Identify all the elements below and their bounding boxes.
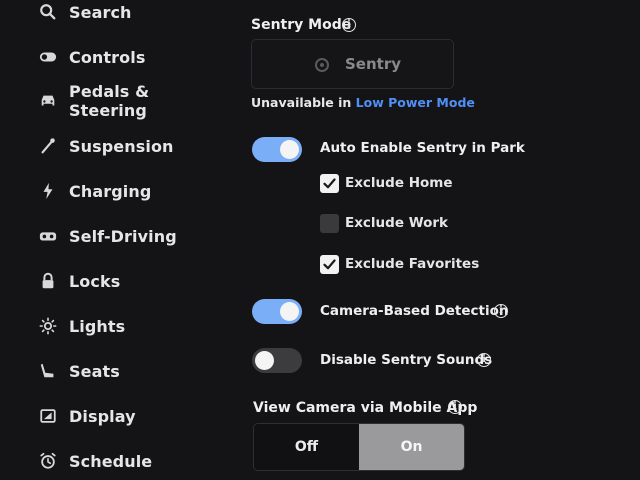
toggle-knob xyxy=(280,140,299,159)
lock-icon xyxy=(38,271,58,291)
auto-enable-label: Auto Enable Sentry in Park xyxy=(320,140,525,156)
segment-off[interactable]: Off xyxy=(254,424,359,470)
sidebar-item-suspension[interactable]: Suspension xyxy=(0,129,230,163)
toggle-icon xyxy=(38,47,58,67)
exclude-work-checkbox[interactable] xyxy=(320,214,339,233)
sentry-settings-panel: Sentry Mode i Sentry Unavailable in Low … xyxy=(250,0,640,480)
sidebar-item-charging[interactable]: Charging xyxy=(0,174,230,208)
seat-icon xyxy=(38,361,58,381)
sidebar-item-label: Self-Driving xyxy=(69,226,177,246)
mobile-app-title: View Camera via Mobile App xyxy=(253,400,478,416)
car-icon xyxy=(38,91,58,111)
info-icon[interactable]: i xyxy=(477,353,491,367)
radio-icon xyxy=(315,58,329,72)
sentry-mode-title: Sentry Mode xyxy=(251,17,352,33)
sidebar-item-label: Locks xyxy=(69,271,121,291)
sidebar-item-display[interactable]: Display xyxy=(0,399,230,433)
sidebar-item-schedule[interactable]: Schedule xyxy=(0,444,230,478)
info-icon[interactable]: i xyxy=(448,400,462,414)
checkmark-icon xyxy=(323,259,336,270)
sidebar-item-pedals-steering[interactable]: Pedals & Steering xyxy=(0,82,230,120)
bolt-icon xyxy=(38,181,58,201)
segment-on[interactable]: On xyxy=(359,424,464,470)
sidebar-item-lights[interactable]: Lights xyxy=(0,309,230,343)
sidebar-item-label: Charging xyxy=(69,181,152,201)
sidebar-item-seats[interactable]: Seats xyxy=(0,354,230,388)
auto-enable-toggle[interactable] xyxy=(252,137,302,162)
toggle-knob xyxy=(280,302,299,321)
disable-sounds-label: Disable Sentry Sounds xyxy=(320,352,493,368)
unavailable-notice: Unavailable in Low Power Mode xyxy=(251,95,475,110)
info-icon[interactable]: i xyxy=(342,18,356,32)
sentry-button[interactable]: Sentry xyxy=(251,39,454,89)
exclude-favorites-checkbox[interactable] xyxy=(320,255,339,274)
search-icon xyxy=(38,2,58,22)
exclude-home-label: Exclude Home xyxy=(345,175,453,191)
exclude-favorites-label: Exclude Favorites xyxy=(345,256,480,272)
sidebar-item-search[interactable]: Search xyxy=(0,0,230,29)
sidebar-item-label: Controls xyxy=(69,47,146,67)
mobile-app-segmented-control[interactable]: Off On xyxy=(253,423,465,471)
sentry-button-label: Sentry xyxy=(345,55,402,73)
sidebar-item-label: Schedule xyxy=(69,451,153,471)
sidebar-item-controls[interactable]: Controls xyxy=(0,40,230,74)
camera-detection-label: Camera-Based Detection xyxy=(320,303,509,319)
sidebar-item-label: Lights xyxy=(69,316,126,336)
camera-detection-toggle[interactable] xyxy=(252,299,302,324)
info-icon[interactable]: i xyxy=(494,304,508,318)
exclude-home-checkbox[interactable] xyxy=(320,174,339,193)
sidebar-item-self-driving[interactable]: Self-Driving xyxy=(0,219,230,253)
unavailable-text: Unavailable in xyxy=(251,95,356,110)
sidebar-item-label: Display xyxy=(69,406,136,426)
checkmark-icon xyxy=(323,178,336,189)
sun-icon xyxy=(38,316,58,336)
steering-wheel-icon xyxy=(38,226,58,246)
low-power-mode-link[interactable]: Low Power Mode xyxy=(356,95,475,110)
disable-sounds-toggle[interactable] xyxy=(252,348,302,373)
toggle-knob xyxy=(255,351,274,370)
alarm-clock-icon xyxy=(38,451,58,471)
suspension-icon xyxy=(38,136,58,156)
display-icon xyxy=(38,406,58,426)
sidebar-item-label: Suspension xyxy=(69,136,174,156)
sidebar-item-label: Search xyxy=(69,2,132,22)
sidebar-item-label: Pedals & Steering xyxy=(69,82,150,120)
sidebar-item-locks[interactable]: Locks xyxy=(0,264,230,298)
sidebar: Search Controls Pedals & Steering Suspen… xyxy=(0,0,230,480)
exclude-work-label: Exclude Work xyxy=(345,215,449,231)
sidebar-item-label: Seats xyxy=(69,361,120,381)
